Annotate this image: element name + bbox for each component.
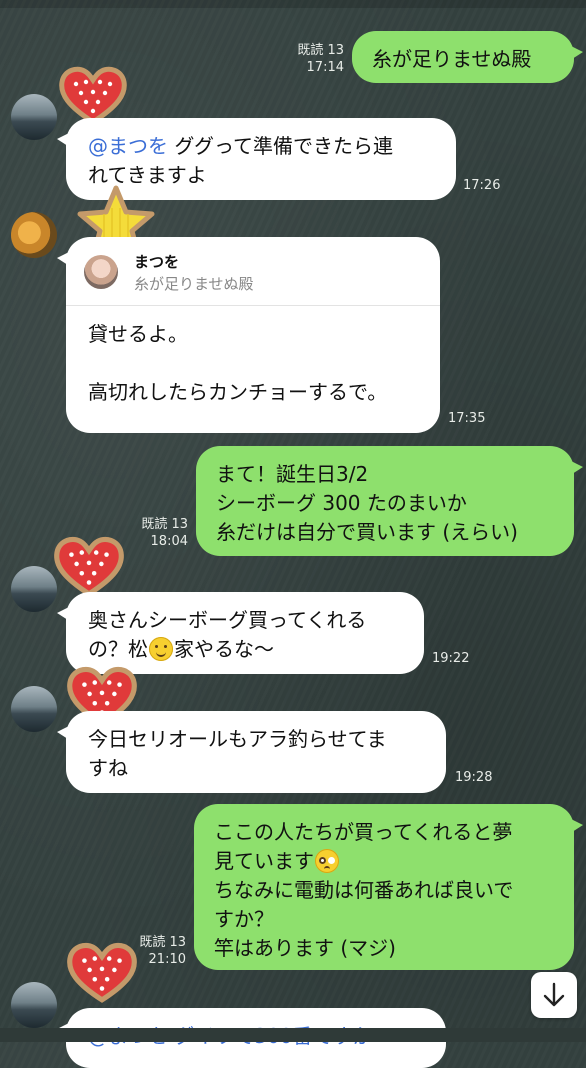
reply-quote[interactable]: まつを 糸が足りませぬ殿 (66, 251, 440, 306)
avatar[interactable] (11, 212, 57, 258)
heart-sticker-icon (59, 66, 127, 125)
chat-area: 既読 13 17:14 糸が足りませぬ殿 @まつを ググって準備できたら連 れて… (0, 0, 586, 1068)
timestamp: 19:28 (455, 770, 493, 785)
avatar[interactable] (11, 94, 57, 140)
scroll-to-bottom-button[interactable] (531, 972, 577, 1018)
quote-text: 糸が足りませぬ殿 (134, 275, 254, 293)
arrow-down-icon (543, 982, 565, 1007)
timestamp: 17:14 (306, 60, 344, 75)
bottom-edge (0, 1028, 586, 1042)
avatar[interactable] (11, 982, 57, 1028)
message-bubble-outgoing[interactable]: ここの人たちが買ってくれると夢 見ています ちなみに電動は何番あれば良いで すか… (194, 804, 583, 970)
heart-sticker-icon (67, 942, 137, 1003)
avatar[interactable] (11, 566, 57, 612)
timestamp: 18:04 (150, 534, 188, 549)
smiling-face-emoji-icon (149, 637, 173, 661)
mention-link[interactable]: @まつを (88, 134, 168, 158)
read-receipt: 既読 13 (141, 517, 188, 532)
pleading-face-emoji-icon (315, 849, 339, 873)
quote-name: まつを (134, 253, 180, 271)
quote-avatar (84, 255, 118, 289)
header-edge (0, 0, 586, 8)
message-bubble-incoming[interactable]: まつを 糸が足りませぬ殿 貸せるよ。 高切れしたらカンチョーするで。 (57, 237, 440, 433)
message-bubble-incoming[interactable]: 奥さんシーボーグ買ってくれる の？松 家やるな〜 (57, 592, 424, 674)
message-bubble-outgoing[interactable]: 糸が足りませぬ殿 (352, 31, 583, 83)
heart-sticker-icon (54, 536, 124, 597)
read-receipt: 既読 13 (297, 43, 344, 58)
message-meta: 既読 13 17:14 (280, 42, 344, 76)
timestamp: 19:22 (432, 651, 470, 666)
timestamp: 17:26 (463, 178, 501, 193)
message-bubble-outgoing[interactable]: まて！誕生日3/2 シーボーグ 300 たのまいか 糸だけは自分で買います (え… (196, 446, 583, 556)
timestamp: 17:35 (448, 411, 486, 426)
message-meta: 既読 13 18:04 (124, 516, 188, 550)
avatar[interactable] (11, 686, 57, 732)
message-bubble-incoming[interactable]: 今日セリオールもアラ釣らせてま すね (57, 711, 446, 793)
